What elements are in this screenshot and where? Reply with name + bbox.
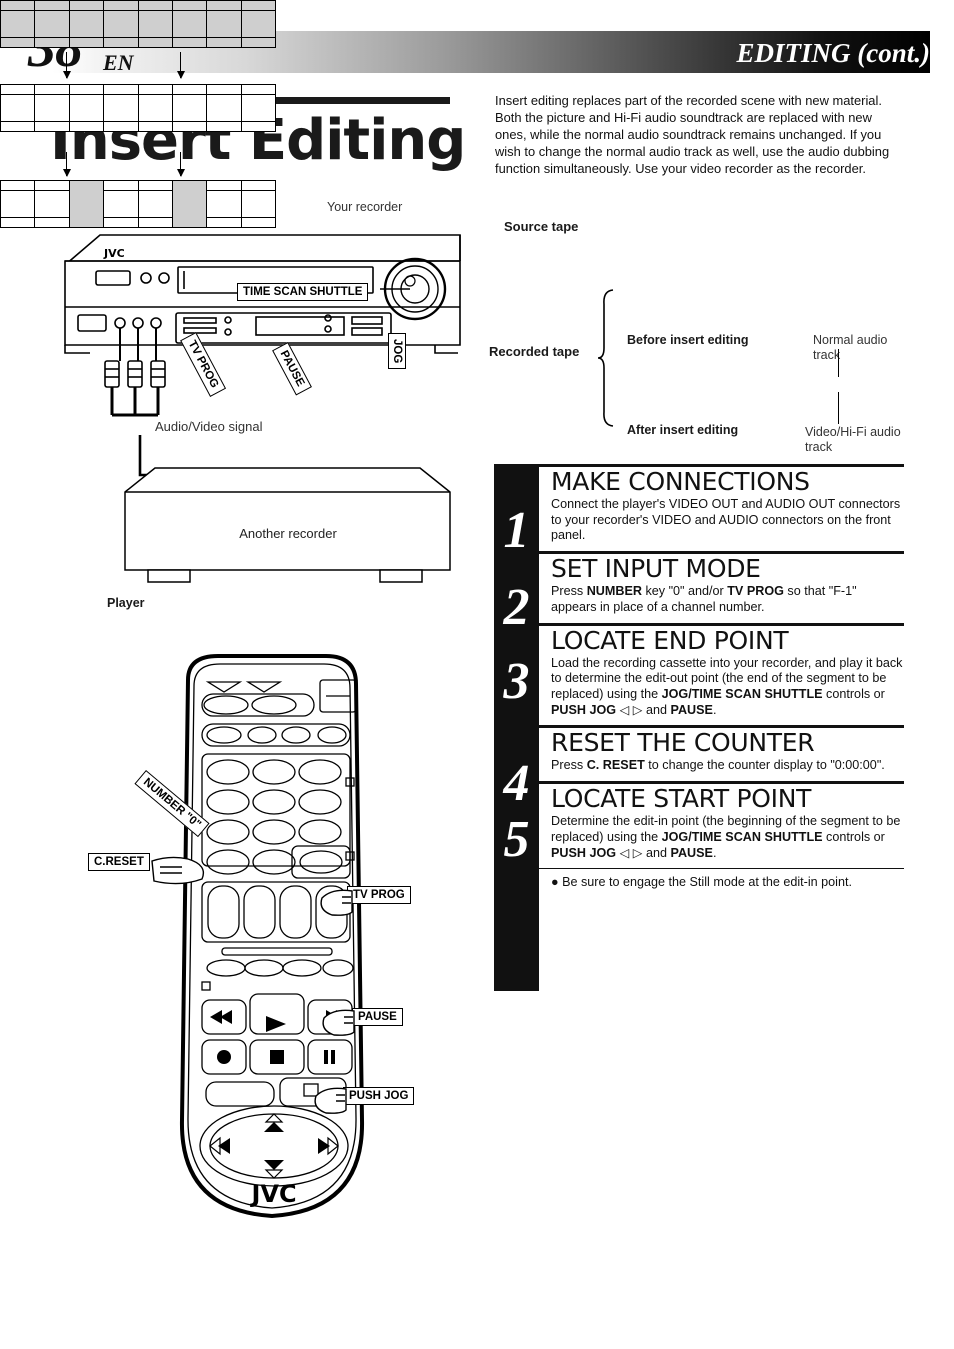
transfer-arrow-4 [177,152,185,177]
page-language-code: EN [103,50,134,75]
step-3-title: LOCATE END POINT [551,625,789,655]
step-1-body: Connect the player's VIDEO OUT and AUDIO… [551,497,901,543]
step-2-number: 2 [503,579,530,637]
remote-pause-callout: PAUSE [352,1008,403,1026]
step-2-body: Press NUMBER key "0" and/or TV PROG so t… [551,584,857,614]
source-tape-band [0,0,276,48]
normal-audio-leader-line [838,349,839,377]
video-hifi-leader-line [838,392,839,424]
tape-diagram [0,0,276,228]
step-2: 2 SET INPUT MODE Press NUMBER key "0" an… [504,551,904,634]
recorded-tape-label: Recorded tape [489,344,580,359]
c-reset-callout: C.RESET [88,853,150,871]
step-4-title: RESET THE COUNTER [551,728,815,758]
player-illustration: Another recorder [124,435,451,583]
step-5-title: LOCATE START POINT [551,784,812,814]
jog-callout: JOG [388,333,406,370]
before-insert-editing-label: Before insert editing [627,333,749,347]
source-tape-label: Source tape [504,219,579,234]
hand-pointer-pushjog [314,1087,347,1114]
step-4-number: 4 [503,755,530,813]
player-label: Player [107,596,145,610]
step-4: 4 RESET THE COUNTER Press C. RESET to ch… [504,725,904,810]
step-5-number: 5 [503,811,530,869]
transfer-arrow-3 [63,152,71,177]
recorded-tape-brace [597,289,614,427]
hand-pointer-tvprog [320,889,353,916]
time-scan-shuttle-callout: TIME SCAN SHUTTLE [237,283,369,301]
transfer-arrow-2 [177,52,185,79]
step-4-body: Press C. RESET to change the counter dis… [551,758,885,773]
your-recorder-label: Your recorder [327,200,403,214]
after-insert-tape-band [0,180,276,228]
step-3-body: Load the recording cassette into your re… [551,655,903,717]
hand-pointer-creset [151,856,205,885]
remote-control-illustration: JVC [179,654,365,1219]
normal-audio-track-label: Normal audio track [813,333,888,362]
steps-panel: 1 MAKE CONNECTIONS Connect the player's … [494,464,904,991]
step-note: ● Be sure to engage the Still mode at th… [539,868,904,890]
after-insert-editing-label: After insert editing [627,423,739,437]
step-1-number: 1 [503,502,530,559]
push-jog-callout: PUSH JOG [343,1087,415,1105]
section-title: EDITING (cont.) [736,38,931,68]
step-1: 1 MAKE CONNECTIONS Connect the player's … [504,464,904,557]
before-insert-tape-band [0,84,276,132]
hand-pointer-pause [322,1009,355,1036]
remote-brand-logo: JVC [249,1180,296,1208]
svg-text:JVC: JVC [103,247,125,260]
step-5: 5 LOCATE START POINT Determine the edit-… [504,781,904,866]
step-1-title: MAKE CONNECTIONS [551,467,810,496]
step-3-number: 3 [503,652,530,710]
video-hifi-track-label: Video/Hi-Fi audio track [805,425,901,454]
transfer-arrow-1 [63,52,71,79]
intro-paragraph: Insert editing replaces part of the reco… [495,93,890,177]
another-recorder-label: Another recorder [239,526,337,541]
step-5-body: Determine the edit-in point (the beginni… [551,814,901,860]
remote-tv-prog-callout: TV PROG [347,886,411,904]
step-3: 3 LOCATE END POINT Load the recording ca… [504,622,904,719]
step-2-title: SET INPUT MODE [551,554,761,584]
